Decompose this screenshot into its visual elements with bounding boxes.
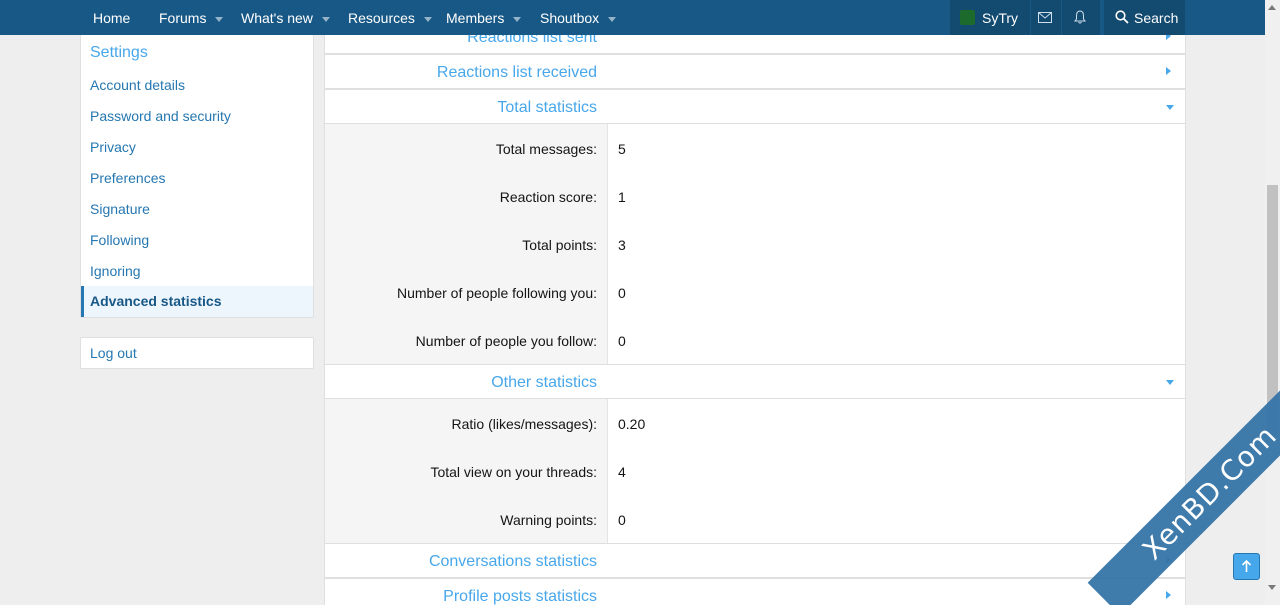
stat-label: Number of people following you: xyxy=(396,285,597,301)
alerts-button[interactable] xyxy=(1062,0,1100,35)
stat-label: Total points: xyxy=(522,237,597,253)
username: SyTry xyxy=(982,10,1019,26)
stat-value: 0.20 xyxy=(618,416,646,432)
caret-down-icon xyxy=(1166,105,1174,110)
chevron-down-icon[interactable] xyxy=(608,16,617,22)
sidebar-item-preferences[interactable]: Preferences xyxy=(81,163,313,194)
sidebar-item-following[interactable]: Following xyxy=(81,225,313,256)
nav-members-label: Members xyxy=(446,10,505,26)
section-header-profile-posts-statistics[interactable]: Profile posts statistics xyxy=(324,578,1186,605)
search-icon xyxy=(1115,10,1129,24)
chevron-down-icon[interactable] xyxy=(215,16,224,22)
section-header-reactions-sent[interactable]: Reactions list sent xyxy=(324,35,1186,54)
nav-members[interactable]: Members xyxy=(446,0,522,35)
search-label: Search xyxy=(1134,10,1179,26)
stat-value: 0 xyxy=(618,512,626,528)
stat-label: Ratio (likes/messages): xyxy=(451,416,598,432)
sidebar-item-advanced-statistics[interactable]: Advanced statistics xyxy=(81,286,313,317)
stat-value: 3 xyxy=(618,237,626,253)
stat-value: 5 xyxy=(618,141,626,157)
stat-value: 0 xyxy=(618,333,626,349)
nav-forums-label: Forums xyxy=(159,10,207,26)
bell-icon xyxy=(1074,10,1086,24)
section-title: Other statistics xyxy=(491,374,597,391)
sidebar-item-signature[interactable]: Signature xyxy=(81,194,313,225)
section-title: Reactions list sent xyxy=(467,35,597,46)
nav-whats-new-label: What's new xyxy=(241,10,313,26)
scroll-up-icon[interactable] xyxy=(1268,5,1276,10)
section-header-total-statistics[interactable]: Total statistics xyxy=(324,89,1186,124)
section-title: Total statistics xyxy=(497,99,597,116)
logout-link[interactable]: Log out xyxy=(81,338,313,369)
nav-shoutbox-label: Shoutbox xyxy=(540,10,600,26)
section-title: Conversations statistics xyxy=(428,553,597,570)
section-title: Profile posts statistics xyxy=(443,588,597,605)
stat-value: 0 xyxy=(618,285,626,301)
scroll-down-icon[interactable] xyxy=(1268,585,1276,590)
account-menu[interactable]: SyTry xyxy=(950,0,1030,35)
page-scrollbar[interactable] xyxy=(1265,0,1280,605)
nav-resources[interactable]: Resources xyxy=(348,0,432,35)
sidebar-item-password-security[interactable]: Password and security xyxy=(81,101,313,132)
stat-label: Number of people you follow: xyxy=(415,333,597,349)
sidebar-item-account-details[interactable]: Account details xyxy=(81,70,313,101)
envelope-icon xyxy=(1038,12,1052,23)
top-navigation: Home Forums What's new Resources Members… xyxy=(0,0,1265,35)
back-to-top-button[interactable] xyxy=(1233,553,1260,580)
other-statistics-body: Ratio (likes/messages): 0.20 Total view … xyxy=(324,399,1186,543)
sidebar-title: Settings xyxy=(90,44,148,61)
nav-shoutbox[interactable]: Shoutbox xyxy=(540,0,617,35)
statistics-panel: Reactions list sent Reactions list recei… xyxy=(324,35,1186,605)
avatar xyxy=(960,10,975,25)
nav-whats-new[interactable]: What's new xyxy=(241,0,330,35)
stat-value: 1 xyxy=(618,189,626,205)
caret-right-icon xyxy=(1166,591,1171,599)
nav-home[interactable]: Home xyxy=(93,0,130,35)
chevron-down-icon[interactable] xyxy=(423,16,432,22)
stat-label: Warning points: xyxy=(500,512,597,528)
caret-right-icon xyxy=(1166,35,1171,40)
logout-block: Log out xyxy=(80,337,314,369)
caret-right-icon xyxy=(1166,67,1171,75)
nav-home-label: Home xyxy=(93,10,131,26)
search-button[interactable]: Search xyxy=(1104,0,1185,35)
section-header-other-statistics[interactable]: Other statistics xyxy=(324,364,1186,399)
sidebar-item-ignoring[interactable]: Ignoring xyxy=(81,256,313,287)
section-header-conversations-statistics[interactable]: Conversations statistics xyxy=(324,543,1186,578)
chevron-down-icon[interactable] xyxy=(321,16,330,22)
section-header-reactions-received[interactable]: Reactions list received xyxy=(324,54,1186,89)
chevron-down-icon[interactable] xyxy=(513,16,522,22)
arrow-up-icon xyxy=(1241,559,1252,572)
caret-down-icon xyxy=(1166,380,1174,385)
nav-resources-label: Resources xyxy=(348,10,415,26)
settings-sidebar: Settings Account details Password and se… xyxy=(80,35,314,318)
nav-forums[interactable]: Forums xyxy=(159,0,224,35)
sidebar-item-privacy[interactable]: Privacy xyxy=(81,132,313,163)
stat-label: Total messages: xyxy=(495,141,597,157)
inbox-button[interactable] xyxy=(1031,0,1061,35)
stat-value: 4 xyxy=(618,464,626,480)
stat-label: Total view on your threads: xyxy=(430,464,597,480)
total-statistics-body: Total messages: 5 Reaction score: 1 Tota… xyxy=(324,124,1186,364)
stat-label: Reaction score: xyxy=(499,189,597,205)
section-title: Reactions list received xyxy=(436,64,597,81)
